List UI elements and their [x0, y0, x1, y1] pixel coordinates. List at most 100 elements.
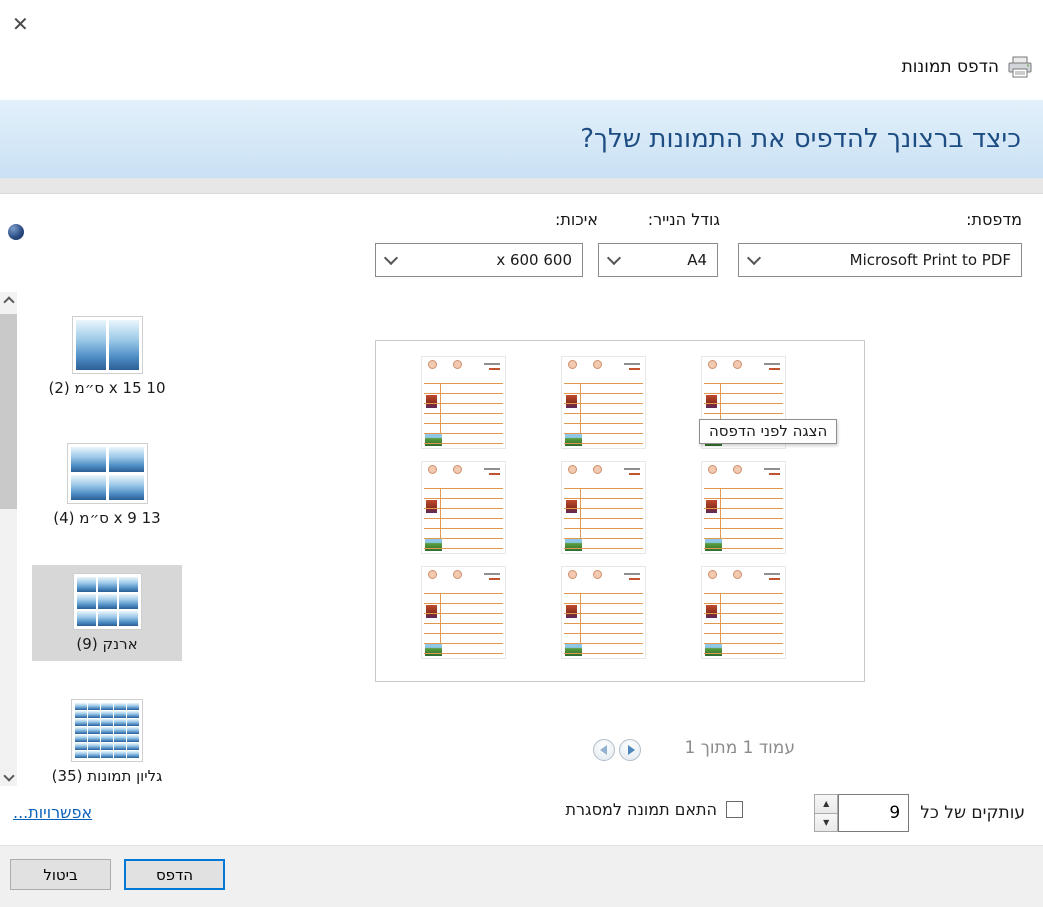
- card-text-line: [629, 578, 640, 580]
- next-page-button[interactable]: [619, 739, 641, 761]
- card-table-line: [564, 518, 643, 519]
- printer-value: Microsoft Print to PDF: [849, 251, 1011, 269]
- layout-thumbnail: [71, 699, 143, 762]
- quality-select[interactable]: x 600 600: [375, 243, 583, 277]
- card-text-line: [489, 473, 500, 475]
- card-table-line: [704, 538, 783, 539]
- card-table-line: [564, 508, 643, 509]
- paper-size-select[interactable]: A4: [598, 243, 718, 277]
- printer-select[interactable]: Microsoft Print to PDF: [738, 243, 1022, 277]
- quality-label: איכות:: [555, 210, 598, 229]
- photo-tile: [101, 711, 113, 718]
- chevron-down-icon: [746, 250, 762, 266]
- photo-tile: [76, 577, 96, 592]
- card-table-line: [704, 498, 783, 499]
- print-button[interactable]: הדפס: [124, 859, 225, 890]
- sidebar-scrollbar[interactable]: [0, 292, 17, 786]
- page-title: הדפס תמונות: [901, 57, 999, 77]
- card-stamp: [593, 570, 602, 579]
- card-table-line: [424, 423, 503, 424]
- card-text-line: [489, 368, 500, 370]
- layout-label: 13 x 9 ס״מ (4): [53, 509, 161, 527]
- card-text-line: [484, 468, 500, 470]
- card-table-line: [704, 488, 783, 489]
- card-stamp: [733, 570, 742, 579]
- card-photo: [565, 433, 582, 446]
- layout-label: גליון תמונות (35): [51, 767, 163, 785]
- cancel-button[interactable]: ביטול: [10, 859, 111, 890]
- card-table-line: [564, 593, 643, 594]
- photo-tile: [114, 703, 126, 710]
- photo-tile: [101, 727, 113, 734]
- copies-spinbox: ▲ ▼: [814, 794, 910, 832]
- photo-tile: [127, 743, 139, 750]
- fit-to-frame-checkbox[interactable]: [726, 801, 743, 818]
- sidebar-item-layout-0[interactable]: 10 x 15 ס״מ (2): [32, 308, 182, 405]
- card-text-line: [764, 363, 780, 365]
- card-stamp: [708, 465, 717, 474]
- card-photo: [706, 395, 717, 408]
- photo-tile: [127, 703, 139, 710]
- card-table-line: [424, 593, 503, 594]
- preview-photo: [421, 566, 506, 659]
- photo-tile: [114, 735, 126, 742]
- card-photo: [566, 605, 577, 618]
- chevron-down-icon: [606, 250, 622, 266]
- card-photo: [426, 500, 437, 513]
- layout-list: 10 x 15 ס״מ (2) 13 x 9 ס״מ (4) ארנק (9) גלי…: [32, 308, 182, 793]
- card-photo: [425, 538, 442, 551]
- preview-photo: [701, 566, 786, 659]
- chevron-up-icon: [2, 296, 15, 308]
- card-photo: [565, 538, 582, 551]
- sidebar-item-layout-1[interactable]: 13 x 9 ס״מ (4): [32, 435, 182, 535]
- copies-input[interactable]: [838, 794, 910, 832]
- photo-tile: [75, 727, 87, 734]
- card-stamp: [568, 360, 577, 369]
- photo-tile: [70, 475, 106, 500]
- copies-decrement-button[interactable]: ▼: [814, 813, 839, 832]
- layout-thumbnail: [66, 443, 148, 504]
- photo-tile: [118, 577, 138, 592]
- previous-page-button[interactable]: [593, 739, 615, 761]
- photo-tile: [108, 475, 144, 500]
- card-photo: [705, 538, 722, 551]
- close-button[interactable]: ✕: [8, 12, 33, 36]
- card-table-line: [564, 383, 643, 384]
- card-table-line: [704, 383, 783, 384]
- sidebar-item-layout-2[interactable]: ארנק (9): [32, 565, 182, 661]
- scroll-up-button[interactable]: [0, 292, 17, 309]
- layout-label: ארנק (9): [76, 635, 138, 653]
- card-table-line: [424, 643, 503, 644]
- sidebar-item-layout-3[interactable]: גליון תמונות (35): [32, 691, 182, 793]
- photo-tile: [75, 711, 87, 718]
- card-table-line: [564, 643, 643, 644]
- layout-thumbnail: [72, 573, 142, 630]
- scroll-down-button[interactable]: [0, 769, 17, 786]
- card-table-line: [564, 653, 643, 654]
- card-table-line: [564, 488, 643, 489]
- options-link[interactable]: אפשרויות...: [13, 803, 92, 822]
- card-table-line: [424, 383, 503, 384]
- photo-tile: [127, 727, 139, 734]
- card-table-line: [704, 393, 783, 394]
- copies-increment-button[interactable]: ▲: [814, 794, 839, 814]
- card-table-line: [424, 633, 503, 634]
- card-table-line: [564, 433, 643, 434]
- card-stamp: [453, 570, 462, 579]
- card-table-line: [704, 633, 783, 634]
- photo-tile: [97, 611, 117, 626]
- photo-tile: [75, 735, 87, 742]
- photo-tile: [108, 320, 139, 370]
- card-table-line: [704, 548, 783, 549]
- card-stamp: [428, 570, 437, 579]
- card-stamp: [733, 360, 742, 369]
- help-globe-icon[interactable]: [8, 224, 24, 240]
- scrollbar-thumb[interactable]: [0, 314, 17, 509]
- photo-tile: [101, 743, 113, 750]
- photo-tile: [88, 735, 100, 742]
- card-photo: [566, 395, 577, 408]
- card-stamp: [568, 570, 577, 579]
- card-text-line: [629, 473, 640, 475]
- card-stamp: [593, 360, 602, 369]
- card-text-line: [769, 473, 780, 475]
